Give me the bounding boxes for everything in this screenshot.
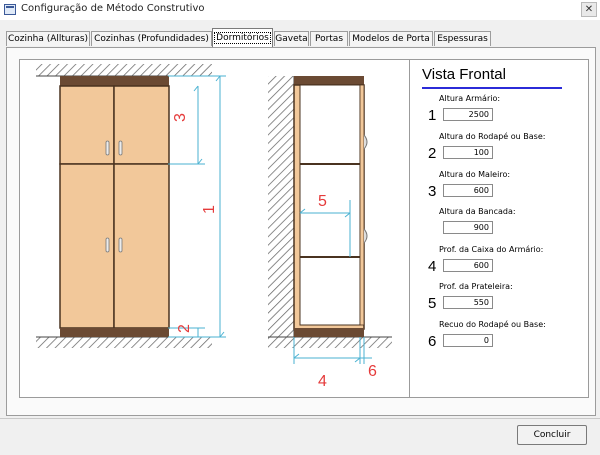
cabinet-plinth — [60, 328, 169, 337]
dimension-label-1: 1 — [201, 205, 218, 214]
tab-panel-dormitorios: 3 1 2 5 4 6 Vista Frontal Altura Armário… — [6, 47, 596, 416]
altura-rodape-input[interactable]: 100 — [443, 146, 493, 159]
tab-dormitorios[interactable]: Dormitórios — [212, 28, 273, 47]
side-lower-handle — [363, 228, 368, 244]
drawing-panel: 3 1 2 5 4 6 — [19, 59, 411, 398]
lower-right-handle — [118, 237, 123, 253]
altura-bancada-label: Altura da Bancada: — [439, 207, 516, 216]
vista-frontal-panel: Vista Frontal Altura Armário: 1 2500 Alt… — [409, 59, 589, 398]
field-number-2: 2 — [428, 145, 437, 162]
upper-left-handle — [105, 140, 110, 156]
dimension-tick-total-top — [215, 75, 221, 82]
prof-caixa-label: Prof. da Caixa do Armário: — [439, 245, 544, 254]
side-plinth — [294, 328, 364, 337]
dimension-label-3: 3 — [172, 113, 189, 122]
title-bar: Configuração de Método Construtivo ✕ — [0, 0, 600, 21]
depth-tick-left — [293, 353, 300, 359]
tab-label: Modelos de Porta — [352, 34, 430, 44]
tab-label: Cozinha (Allturas) — [7, 34, 89, 44]
tab-cozinhas-profundidades[interactable]: Cozinhas (Profundidades) — [91, 31, 212, 46]
dimension-label-5: 5 — [318, 193, 327, 210]
dimension-tick-maleiro-bottom — [197, 158, 203, 165]
side-door-panel — [359, 84, 365, 326]
upper-right-handle — [118, 140, 123, 156]
front-view-cabinet: 3 1 2 — [36, 64, 226, 348]
lower-left-handle — [105, 237, 110, 253]
field-number-6: 6 — [428, 333, 437, 350]
prof-prateleira-input[interactable]: 550 — [443, 296, 493, 309]
app-window-icon — [4, 4, 16, 15]
dialog-body: Cozinha (Allturas) Cozinhas (Profundidad… — [0, 20, 600, 455]
dimension-label-2: 2 — [176, 324, 193, 333]
floor-hatch-side — [268, 337, 392, 348]
tab-cozinha-alturas[interactable]: Cozinha (Allturas) — [6, 31, 90, 46]
tab-portas[interactable]: Portas — [310, 31, 348, 46]
tab-label: Gaveta — [275, 34, 308, 44]
altura-armario-label: Altura Armário: — [439, 94, 501, 103]
floor-hatch-front — [36, 337, 212, 348]
field-number-3: 3 — [428, 183, 437, 200]
recuo-rodape-input[interactable]: 0 — [443, 334, 493, 347]
tab-label: Cozinhas (Profundidades) — [94, 34, 209, 44]
tab-espessuras[interactable]: Espessuras — [434, 31, 491, 46]
tab-gaveta[interactable]: Gaveta — [274, 31, 309, 46]
side-view-cabinet: 5 4 6 — [268, 76, 392, 390]
altura-maleiro-label: Altura do Maleiro: — [439, 170, 511, 179]
concluir-button[interactable]: Concluir — [517, 425, 587, 445]
prof-caixa-input[interactable]: 600 — [443, 259, 493, 272]
dimension-tick-total-bottom — [219, 331, 225, 338]
tab-label: Espessuras — [437, 34, 488, 44]
field-number-1: 1 — [428, 107, 437, 124]
ceiling-hatch-front — [36, 64, 212, 76]
cabinet-diagram: 3 1 2 5 4 6 — [36, 64, 392, 390]
dimension-label-4: 4 — [318, 373, 327, 390]
field-number-4: 4 — [428, 258, 437, 275]
altura-bancada-input[interactable]: 900 — [443, 221, 493, 234]
side-top-frame — [294, 76, 364, 85]
window-title: Configuração de Método Construtivo — [21, 3, 205, 14]
footer-divider — [0, 418, 600, 419]
prof-prateleira-label: Prof. da Prateleira: — [439, 282, 513, 291]
tab-label: Dormitórios — [214, 32, 271, 44]
dimension-label-6: 6 — [368, 363, 377, 380]
recuo-rodape-label: Recuo do Rodapé ou Base: — [439, 320, 546, 329]
side-upper-handle — [363, 134, 368, 150]
vista-frontal-title: Vista Frontal — [422, 66, 506, 83]
dimension-tick-maleiro-top — [193, 85, 199, 92]
field-number-5: 5 — [428, 295, 437, 312]
cabinet-top-frame — [60, 76, 169, 86]
altura-maleiro-input[interactable]: 600 — [443, 184, 493, 197]
side-cabinet-interior — [299, 84, 361, 326]
close-button[interactable]: ✕ — [581, 2, 597, 17]
altura-rodape-label: Altura do Rodapé ou Base: — [439, 132, 546, 141]
altura-armario-input[interactable]: 2500 — [443, 108, 493, 121]
title-underline — [422, 87, 562, 89]
tab-modelos-de-porta[interactable]: Modelos de Porta — [349, 31, 433, 46]
wall-hatch-side — [268, 76, 294, 337]
tab-label: Portas — [314, 34, 344, 44]
depth-tick-right — [354, 357, 361, 363]
